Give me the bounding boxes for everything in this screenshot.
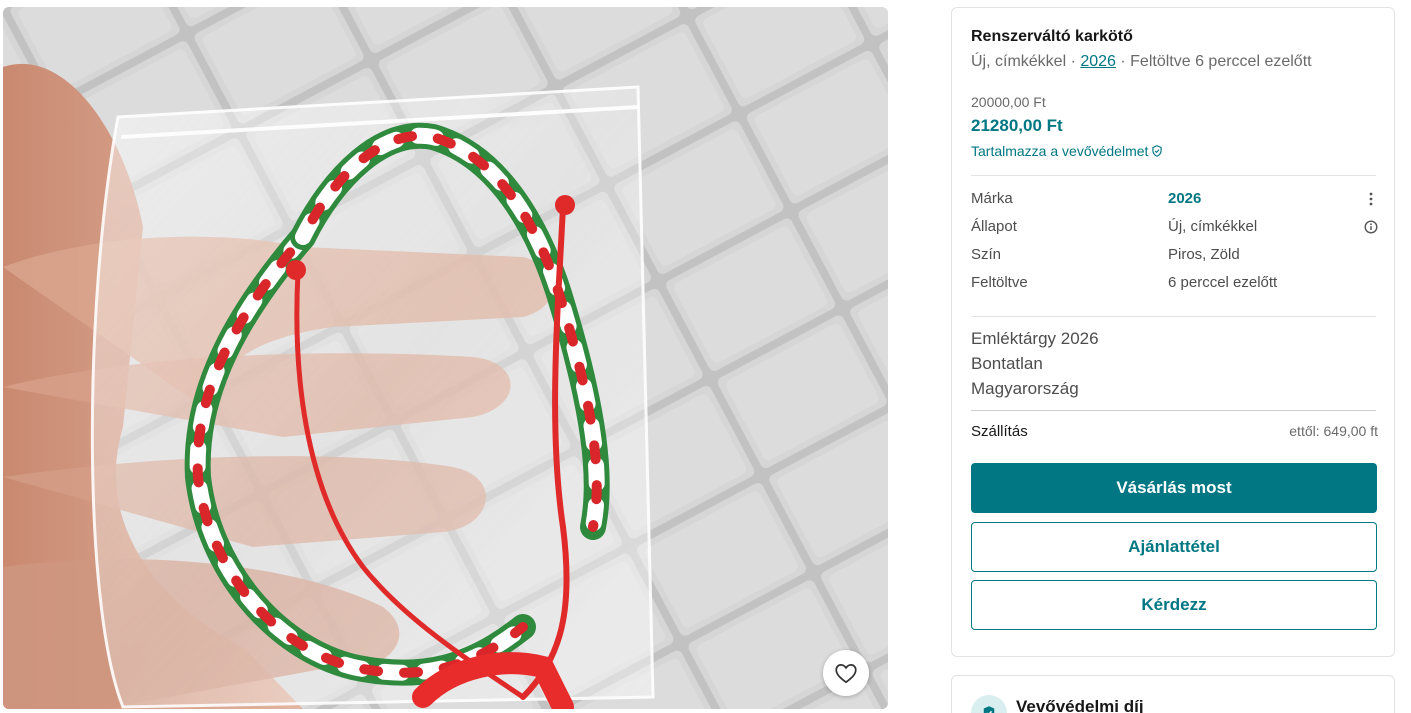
shield-check-icon [1152, 145, 1163, 157]
ask-seller-button[interactable]: Kérdezz [971, 580, 1377, 630]
details-table: Márka 2026 Állapot Új, címkékkel Szín Pi… [971, 188, 1378, 300]
shield-icon [971, 695, 1007, 713]
divider [971, 410, 1376, 411]
info-icon[interactable] [1364, 219, 1378, 235]
detail-row-color: Szín Piros, Zöld [971, 244, 1378, 272]
item-description: Emléktárgy 2026 Bontatlan Magyarország [971, 326, 1099, 401]
uploaded-summary: Feltöltve 6 perccel ezelőtt [1130, 53, 1312, 70]
description-line: Emléktárgy 2026 [971, 329, 1099, 348]
favorite-button[interactable] [823, 650, 869, 696]
description-line: Bontatlan [971, 354, 1043, 373]
total-price[interactable]: 21280,00 Ft [971, 116, 1063, 136]
detail-label: Márka [971, 190, 1013, 207]
detail-value: 6 perccel ezelőtt [1168, 274, 1278, 291]
detail-value: Új, címkékkel [1168, 218, 1258, 235]
heart-icon [835, 664, 857, 684]
brand-link[interactable]: 2026 [1080, 53, 1116, 70]
shipping-label: Szállítás [971, 423, 1028, 440]
description-line: Magyarország [971, 379, 1079, 398]
more-vertical-icon[interactable] [1364, 191, 1378, 207]
detail-label: Szín [971, 246, 1002, 263]
bracelet-photo-illustration [3, 7, 888, 709]
shipping-price: ettől: 649,00 ft [1289, 423, 1378, 439]
buyer-protection-label: Tartalmazza a vevővédelmet [971, 143, 1149, 159]
brand-value-link[interactable]: 2026 [1168, 190, 1201, 207]
item-summary: Új, címkékkel · 2026 · Feltöltve 6 percc… [971, 53, 1312, 71]
detail-row-condition: Állapot Új, címkékkel [971, 216, 1378, 244]
shipping-row: Szállítás ettől: 649,00 ft [971, 423, 1378, 445]
buyer-protection-card: Vevővédelmi díj [951, 675, 1395, 713]
item-price: 20000,00 Ft [971, 94, 1046, 110]
detail-value: Piros, Zöld [1168, 246, 1240, 263]
make-offer-button[interactable]: Ajánlattétel [971, 522, 1377, 572]
buyer-protection-link[interactable]: Tartalmazza a vevővédelmet [971, 143, 1164, 159]
buy-now-button[interactable]: Vásárlás most [971, 463, 1377, 513]
detail-row-brand: Márka 2026 [971, 188, 1378, 216]
product-photo[interactable] [3, 7, 888, 709]
summary-separator: · [1066, 53, 1081, 70]
listing-sidebar: Renszerváltó karkötő Új, címkékkel · 202… [951, 7, 1395, 657]
divider [971, 175, 1376, 176]
item-title: Renszerváltó karkötő [971, 28, 1133, 45]
condition-summary: Új, címkékkel [971, 53, 1067, 70]
detail-label: Állapot [971, 218, 1017, 235]
summary-separator: · [1115, 53, 1131, 70]
detail-label: Feltöltve [971, 274, 1028, 291]
buyer-protection-title: Vevővédelmi díj [1016, 697, 1144, 713]
divider [971, 316, 1376, 317]
detail-row-uploaded: Feltöltve 6 perccel ezelőtt [971, 272, 1378, 300]
